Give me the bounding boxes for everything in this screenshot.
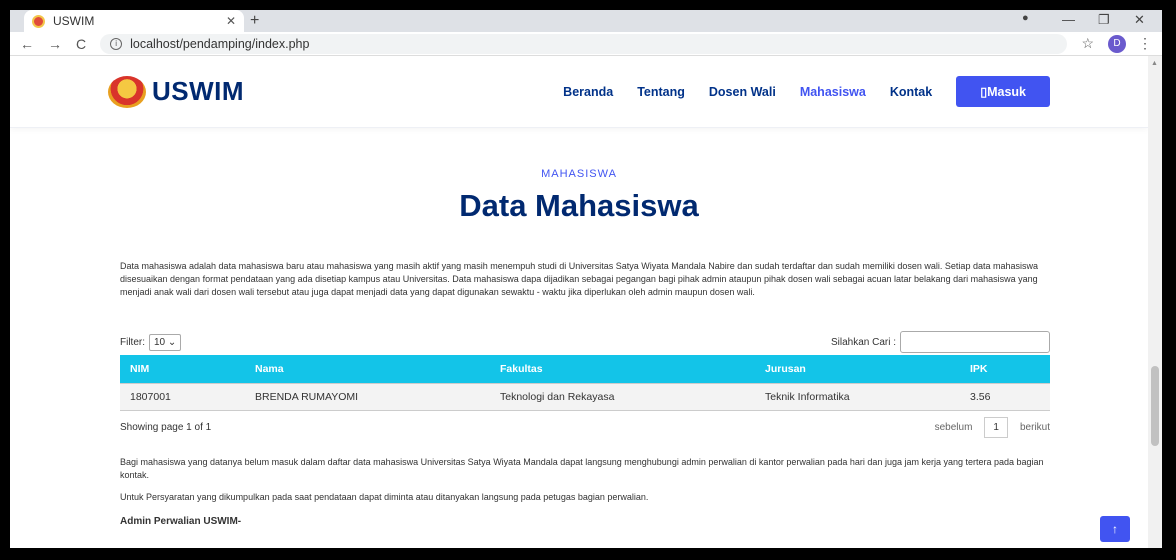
pagination: sebelum 1 berikut bbox=[935, 417, 1050, 438]
back-icon[interactable]: ← bbox=[20, 36, 34, 52]
browser-window: USWIM ✕ + ● — ❐ ✕ ← → C i localhost/pend… bbox=[10, 10, 1162, 548]
logo-emblem-icon bbox=[108, 75, 146, 108]
login-label: Masuk bbox=[987, 85, 1026, 99]
col-fakultas[interactable]: Fakultas bbox=[490, 355, 755, 384]
cell-nim: 1807001 bbox=[120, 383, 245, 411]
table-header-row: NIM Nama Fakultas Jurusan IPK bbox=[120, 355, 1050, 384]
page-scrollbar[interactable]: ▲ bbox=[1148, 56, 1162, 548]
cell-fakultas: Teknologi dan Rekayasa bbox=[490, 383, 755, 411]
site-header: USWIM Beranda Tentang Dosen Wali Mahasis… bbox=[10, 56, 1148, 128]
forward-icon[interactable]: → bbox=[48, 36, 62, 52]
address-bar-row: ← → C i localhost/pendamping/index.php ☆… bbox=[10, 32, 1162, 56]
arrow-up-icon: ↑ bbox=[1112, 522, 1118, 536]
admin-signature: Admin Perwalian USWIM- bbox=[120, 516, 242, 527]
section-tag: MAHASISWA bbox=[541, 168, 617, 180]
tab-strip: USWIM ✕ + ● — ❐ ✕ bbox=[10, 10, 1162, 32]
cell-nama: BRENDA RUMAYOMI bbox=[245, 383, 490, 411]
next-button[interactable]: berikut bbox=[1020, 422, 1050, 433]
url-text: localhost/pendamping/index.php bbox=[130, 36, 310, 51]
search-label: Silahkan Cari : bbox=[830, 336, 896, 348]
nav-mahasiswa[interactable]: Mahasiswa bbox=[800, 85, 866, 99]
chevron-down-icon: ⌄ bbox=[167, 336, 177, 348]
scrollbar-thumb[interactable] bbox=[1151, 366, 1159, 446]
close-window-icon[interactable]: ✕ bbox=[1134, 12, 1145, 28]
login-button[interactable]: ▯Masuk bbox=[956, 76, 1050, 107]
cell-ipk: 3.56 bbox=[960, 383, 1050, 411]
page-info: Showing page 1 of 1 bbox=[120, 422, 212, 433]
page-title: Data Mahasiswa bbox=[459, 188, 699, 223]
back-to-top-button[interactable]: ↑ bbox=[1100, 516, 1130, 542]
url-field[interactable]: i localhost/pendamping/index.php bbox=[100, 33, 1068, 54]
prev-button[interactable]: sebelum bbox=[935, 422, 973, 433]
filter-value: 10 bbox=[154, 336, 166, 348]
restore-icon[interactable]: ❐ bbox=[1098, 12, 1110, 28]
filter-label: Filter: bbox=[120, 336, 145, 348]
nav-tentang[interactable]: Tentang bbox=[637, 85, 685, 99]
data-table: NIM Nama Fakultas Jurusan IPK 1807001 BR… bbox=[120, 355, 1050, 411]
bookmark-star-icon[interactable]: ☆ bbox=[1081, 35, 1094, 52]
tab-title: USWIM bbox=[53, 14, 95, 28]
favicon-icon bbox=[32, 14, 45, 28]
filter-select[interactable]: 10 ⌄ bbox=[149, 333, 182, 351]
browser-tab[interactable]: USWIM ✕ bbox=[24, 10, 244, 32]
col-nama[interactable]: Nama bbox=[245, 355, 490, 384]
new-tab-icon[interactable]: + bbox=[250, 12, 259, 30]
minimize-icon[interactable]: — bbox=[1062, 12, 1075, 27]
contact-note: Bagi mahasiswa yang datanya belum masuk … bbox=[120, 457, 1044, 480]
info-icon[interactable]: i bbox=[110, 37, 123, 50]
scroll-up-arrow-icon[interactable]: ▲ bbox=[1151, 60, 1158, 67]
nav-dosen-wali[interactable]: Dosen Wali bbox=[709, 85, 776, 99]
table-row[interactable]: 1807001 BRENDA RUMAYOMI Teknologi dan Re… bbox=[120, 383, 1050, 411]
reload-icon[interactable]: C bbox=[76, 36, 86, 52]
search-input[interactable] bbox=[900, 331, 1050, 353]
page-number-button[interactable]: 1 bbox=[984, 417, 1008, 438]
requirements-note: Untuk Persyaratan yang dikumpulkan pada … bbox=[120, 492, 649, 502]
profile-avatar[interactable]: D bbox=[1108, 34, 1126, 53]
page-content: USWIM Beranda Tentang Dosen Wali Mahasis… bbox=[10, 56, 1148, 548]
table-footer: Showing page 1 of 1 sebelum 1 berikut bbox=[120, 417, 1050, 438]
profile-menu-icon[interactable]: ● bbox=[1022, 12, 1029, 24]
nav-beranda[interactable]: Beranda bbox=[563, 85, 613, 99]
intro-paragraph: Data mahasiswa adalah data mahasiswa bar… bbox=[120, 261, 1038, 297]
col-nim[interactable]: NIM bbox=[120, 355, 245, 384]
col-jurusan[interactable]: Jurusan bbox=[755, 355, 960, 384]
table-controls: Filter: 10 ⌄ Silahkan Cari : bbox=[120, 331, 1050, 353]
tab-close-icon[interactable]: ✕ bbox=[226, 14, 236, 28]
main-nav: Beranda Tentang Dosen Wali Mahasiswa Kon… bbox=[539, 76, 1050, 107]
logo-text: USWIM bbox=[152, 76, 245, 106]
site-logo[interactable]: USWIM bbox=[108, 75, 245, 108]
menu-kebab-icon[interactable]: ⋮ bbox=[1138, 35, 1152, 52]
col-ipk[interactable]: IPK bbox=[960, 355, 1050, 384]
cell-jurusan: Teknik Informatika bbox=[755, 383, 960, 411]
nav-kontak[interactable]: Kontak bbox=[890, 85, 932, 99]
